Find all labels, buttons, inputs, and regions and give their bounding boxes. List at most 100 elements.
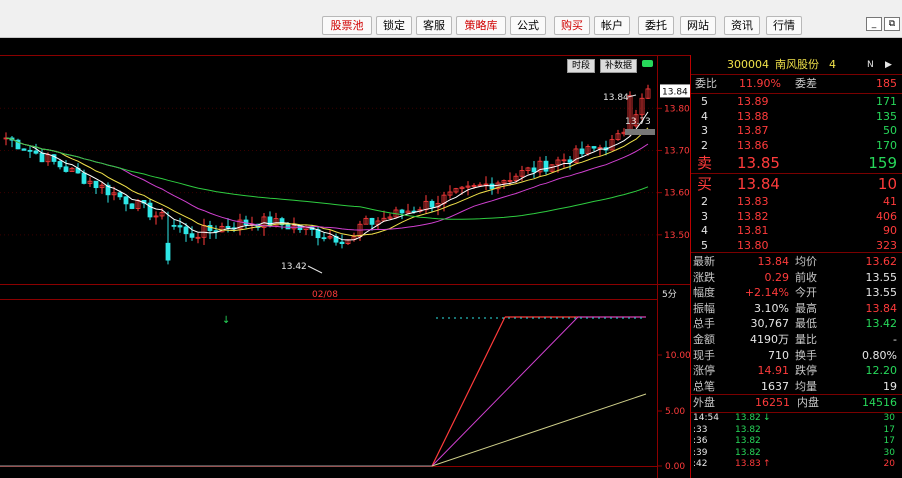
candle-body: [531, 167, 537, 173]
order-button[interactable]: 委托: [638, 16, 674, 35]
stock-pool-button[interactable]: 股票池: [322, 16, 372, 35]
candle-body: [183, 226, 189, 235]
tick-time: :39: [693, 447, 708, 458]
stock-suffix: 4: [829, 58, 836, 71]
stat-row: 幅度 +2.14% 今开 13.55: [691, 285, 902, 301]
top-toolbar: 股票池 锁定 客服 策略库 公式 购买 帐户 委托 网站 资讯 行情 _ ⧉: [0, 0, 902, 38]
candle-body: [339, 241, 345, 245]
tick-row: :36 13.82 17: [691, 436, 902, 447]
stat-value: 13.84: [865, 301, 898, 315]
outer-value: 16251: [755, 396, 790, 409]
strategy-library-button[interactable]: 策略库: [456, 16, 506, 35]
candle-body: [81, 172, 87, 184]
kline-chart[interactable]: 13.80 13.70 13.60 13.50 13.84 13.84 13.73 13.42…: [0, 55, 690, 478]
magenta-indicator-line: [431, 316, 579, 467]
stat-label: 最低: [795, 317, 817, 331]
close-icon[interactable]: ×: [883, 39, 891, 49]
down-arrow-icon: ↓: [222, 315, 230, 326]
quotes-button[interactable]: 行情: [766, 16, 802, 35]
customer-service-button[interactable]: 客服: [416, 16, 452, 35]
lower-tick-label: 5.00: [665, 407, 685, 417]
account-button[interactable]: 帐户: [594, 16, 630, 35]
status-icon: N: [867, 60, 874, 70]
buy-level-row[interactable]: 3 13.82 406: [691, 210, 902, 224]
stat-label: 现手: [693, 348, 715, 362]
tick-volume: 20: [883, 459, 895, 469]
level-volume: 323: [876, 238, 897, 252]
candle-body: [33, 150, 39, 154]
level-price: 13.87: [737, 124, 769, 137]
tick-time: :33: [693, 424, 708, 435]
tick-volume: 30: [883, 447, 895, 458]
buy-button[interactable]: 购买: [554, 16, 590, 35]
buy-level-row[interactable]: 5 13.80 323: [691, 239, 902, 253]
sell-level-row[interactable]: 5 13.89 171: [691, 95, 902, 109]
time-label: 02/08: [312, 290, 338, 300]
sell-level-row[interactable]: 3 13.87 50: [691, 124, 902, 138]
candle-body: [129, 203, 135, 209]
supplement-data-tag[interactable]: 补数据: [600, 59, 638, 73]
tick-time: :42: [693, 459, 708, 469]
tick-price: 13.83: [735, 459, 761, 469]
stat-row: 涨跌 0.29 前收 13.55: [691, 270, 902, 286]
candle-body: [63, 166, 69, 172]
tick-price: 13.82: [735, 424, 761, 435]
stat-label: 最新: [693, 255, 715, 268]
level-volume: 406: [876, 209, 897, 223]
sell-level-row[interactable]: 2 13.86 170: [691, 139, 902, 153]
tick-row: :39 13.82 30: [691, 448, 902, 459]
restore-icon[interactable]: ⧉: [884, 17, 900, 31]
stat-row: 总手 30,767 最低 13.42: [691, 316, 902, 332]
candle-body: [177, 225, 183, 228]
buy-level-row[interactable]: 2 13.83 41: [691, 195, 902, 209]
level-price: 13.89: [737, 95, 769, 108]
candle-body: [57, 161, 63, 168]
level-volume: 41: [883, 195, 897, 208]
lower-tick-label: 0.00: [665, 462, 685, 472]
stat-value: 13.42: [865, 317, 898, 331]
news-button[interactable]: 资讯: [724, 16, 760, 35]
lock-button[interactable]: 锁定: [376, 16, 412, 35]
stat-value: 30,767: [750, 317, 790, 331]
stat-value: 14.91: [757, 364, 790, 378]
level-price: 13.83: [737, 195, 769, 208]
stat-value: 13.84: [757, 255, 790, 268]
tick-time: 14:54: [693, 413, 719, 423]
candle-body: [27, 149, 33, 152]
weibi-value: 11.90%: [739, 77, 781, 90]
inner-value: 14516: [862, 396, 897, 409]
candle-body: [567, 159, 573, 163]
tick-row: 14:54 13.82 ↓ 30: [691, 413, 902, 424]
mid-annotation: 13.73: [625, 117, 651, 127]
sell-level-row[interactable]: 4 13.88 135: [691, 110, 902, 124]
outer-label: 外盘: [693, 396, 715, 409]
stat-value: 19: [883, 379, 897, 393]
candle-body: [207, 225, 213, 232]
price-tick-label: 13.50: [664, 231, 690, 241]
tick-volume: 30: [883, 413, 895, 423]
weibi-label: 委比: [695, 77, 717, 90]
stat-value: 4190万: [750, 333, 789, 346]
lower-tick-label: 10.00: [665, 351, 690, 361]
buy-level-row[interactable]: 4 13.81 90: [691, 224, 902, 238]
buy1-price: 13.84: [737, 175, 780, 193]
weicha-label: 委差: [795, 77, 817, 90]
stat-label: 换手: [795, 348, 817, 362]
stat-label: 金额: [693, 333, 715, 346]
buy1-label: 买: [697, 175, 713, 193]
candle-body: [21, 148, 27, 151]
formula-button[interactable]: 公式: [510, 16, 546, 35]
level-volume: 135: [876, 109, 897, 123]
website-button[interactable]: 网站: [680, 16, 716, 35]
stat-label: 最高: [795, 301, 817, 315]
tick-time: :36: [693, 436, 708, 446]
level-label: 3: [701, 209, 708, 223]
period-tag[interactable]: 时段: [567, 59, 596, 73]
stat-value: 0.29: [764, 270, 790, 284]
period-label: 5分: [662, 289, 677, 300]
stat-value: 13.62: [865, 255, 898, 268]
price-tick-label: 13.60: [664, 189, 690, 199]
stat-row: 涨停 14.91 跌停 12.20: [691, 363, 902, 379]
minimize-icon[interactable]: _: [866, 17, 882, 31]
stat-label: 前收: [795, 270, 817, 284]
